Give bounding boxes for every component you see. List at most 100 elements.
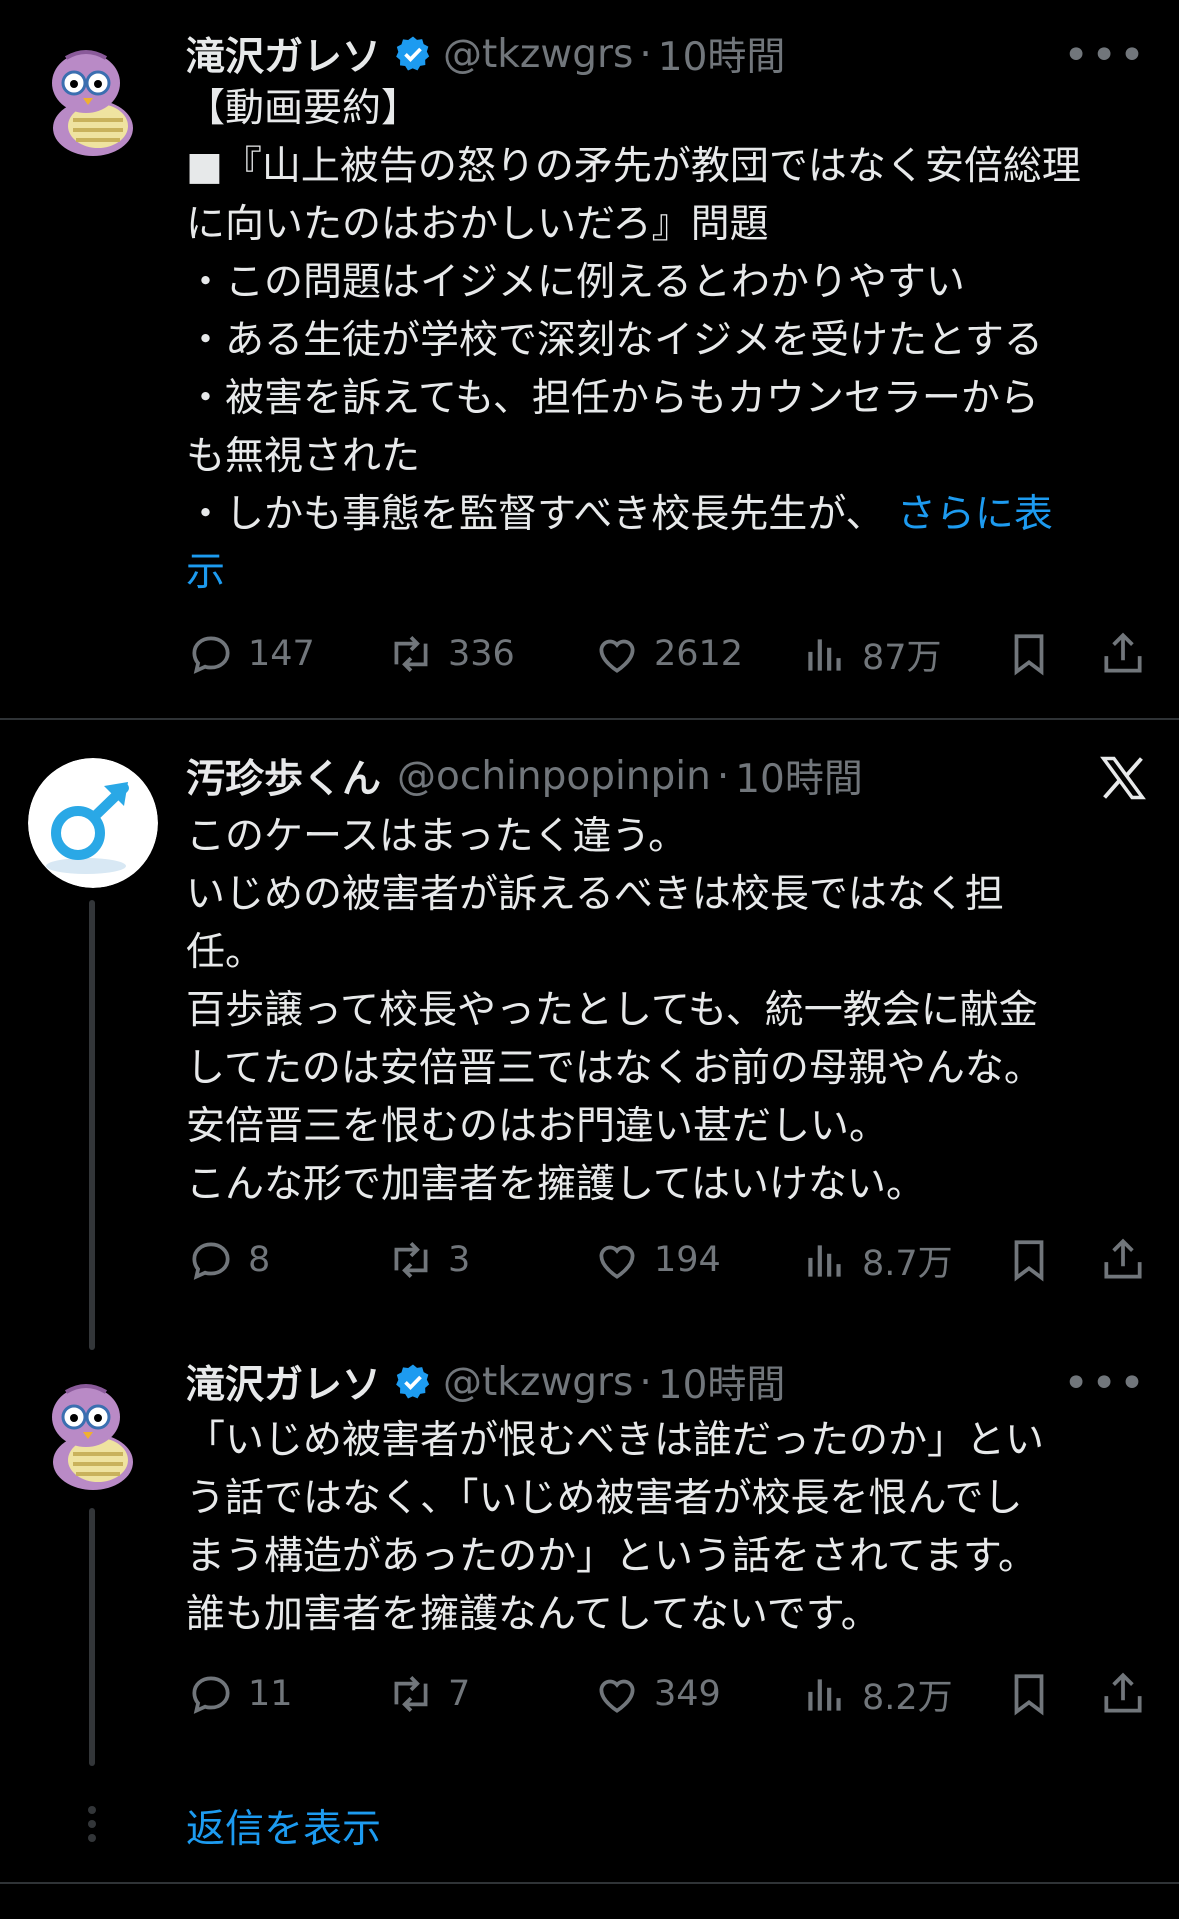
text-line: ・被害を訴えても、担任からもカウンセラーから <box>186 376 1039 421</box>
thread-continuation-dots-icon <box>86 1806 98 1848</box>
retweet-button[interactable]: 7 <box>386 1664 470 1724</box>
timestamp[interactable]: 10時間 <box>735 748 863 804</box>
text-line: してたのは安倍晋三ではなくお前の母親やんな。 <box>186 1046 1043 1091</box>
male-symbol-avatar-icon <box>28 758 158 888</box>
view-count: 8.2万 <box>862 1677 953 1718</box>
like-count: 2612 <box>654 634 744 674</box>
text-line: このケースはまったく違う。 <box>186 814 688 859</box>
text-line: 安倍晋三を恨むのはお門違い甚だしい。 <box>186 1104 889 1149</box>
more-options-icon[interactable]: ••• <box>1063 1362 1147 1406</box>
retweet-count: 7 <box>448 1674 471 1714</box>
author-handle[interactable]: @tkzwgrs <box>443 1360 633 1405</box>
share-button[interactable] <box>1098 624 1148 684</box>
reply-count: 11 <box>248 1674 293 1714</box>
reply-icon <box>192 636 230 674</box>
text-line: う話ではなく、「いじめ被害者が校長を恨んでし <box>186 1476 1023 1521</box>
views-chart-icon <box>808 639 841 671</box>
reply-count: 147 <box>248 634 315 674</box>
text-line-part: ・しかも事態を監督すべき校長先生が、 <box>186 492 885 537</box>
show-more-link[interactable]: さらに表 <box>897 492 1053 537</box>
reply-button[interactable]: 8 <box>186 1230 270 1290</box>
text-line: 「いじめ被害者が恨むべきは誰だったのか」とい <box>186 1418 1045 1463</box>
share-icon <box>1104 632 1142 673</box>
like-button[interactable]: 349 <box>592 1664 721 1724</box>
text-line: ・この問題はイジメに例えるとわかりやすい <box>186 260 965 305</box>
reply-icon <box>192 1676 230 1714</box>
tweet-divider <box>0 718 1179 720</box>
retweet-button[interactable]: 3 <box>386 1230 470 1290</box>
bottom-divider <box>0 1882 1179 1884</box>
snake-avatar-icon <box>28 28 158 158</box>
separator: · <box>716 753 730 799</box>
bookmark-button[interactable] <box>1004 624 1054 684</box>
timestamp[interactable]: 10時間 <box>658 1354 786 1410</box>
verified-badge-icon <box>396 36 430 71</box>
views-button[interactable]: 8.7万 <box>800 1230 953 1290</box>
text-line: 百歩譲って校長やったとしても、統一教会に献金 <box>186 988 1038 1033</box>
author-handle[interactable]: @ochinpopinpin <box>397 754 711 799</box>
retweet-icon <box>394 1676 428 1712</box>
retweet-button[interactable]: 336 <box>386 624 515 684</box>
text-line: 【動画要約】 <box>186 86 421 131</box>
retweet-count: 336 <box>448 634 515 674</box>
action-bar: 8 3 194 8.7万 <box>186 1230 1154 1290</box>
heart-icon <box>599 1245 635 1279</box>
avatar-ochinpopinpin[interactable] <box>28 758 158 888</box>
share-button[interactable] <box>1098 1664 1148 1724</box>
author-name[interactable]: 滝沢ガレソ <box>186 1354 381 1410</box>
avatar-tkzwgrs[interactable] <box>28 1362 158 1492</box>
retweet-count: 3 <box>448 1240 471 1280</box>
bookmark-icon <box>1014 1240 1044 1282</box>
bookmark-icon <box>1014 1674 1044 1716</box>
text-line: も無視された <box>186 434 421 479</box>
like-button[interactable]: 2612 <box>592 624 743 684</box>
views-chart-icon <box>808 1245 841 1277</box>
text-line: まう構造があったのか」という話をされてます。 <box>186 1534 1037 1579</box>
view-count: 8.7万 <box>862 1243 953 1284</box>
snake-avatar-icon <box>28 1362 158 1492</box>
bookmark-button[interactable] <box>1004 1664 1054 1724</box>
views-button[interactable]: 87万 <box>800 624 942 684</box>
text-line: ・ある生徒が学校で深刻なイジメを受けたとする <box>186 318 1043 363</box>
share-icon <box>1104 1672 1142 1713</box>
views-chart-icon <box>808 1679 841 1711</box>
heart-icon <box>599 639 635 673</box>
timestamp[interactable]: 10時間 <box>658 26 786 82</box>
more-options-icon[interactable]: ••• <box>1063 34 1147 78</box>
text-line: 任。 <box>186 930 265 975</box>
bookmark-button[interactable] <box>1004 1230 1054 1290</box>
text-line: に向いたのはおかしいだろ』問題 <box>186 202 769 247</box>
like-count: 194 <box>654 1240 721 1280</box>
separator: · <box>639 1359 652 1405</box>
text-line: こんな形で加害者を擁護してはいけない。 <box>186 1162 926 1207</box>
avatar-tkzwgrs[interactable] <box>28 28 158 158</box>
view-count: 87万 <box>862 637 942 678</box>
author-name[interactable]: 滝沢ガレソ <box>186 26 381 82</box>
text-line: いじめの被害者が訴えるべきは校長ではなく担 <box>186 872 1004 917</box>
retweet-icon <box>394 636 428 672</box>
heart-icon <box>599 1679 635 1713</box>
thread-connector <box>89 900 95 1350</box>
reply-icon <box>192 1242 230 1280</box>
x-logo-icon[interactable] <box>1097 752 1149 804</box>
like-button[interactable]: 194 <box>592 1230 721 1290</box>
separator: · <box>639 31 652 77</box>
author-name[interactable]: 汚珍歩くん <box>186 748 381 804</box>
share-button[interactable] <box>1098 1230 1148 1290</box>
text-line: ■『山上被告の怒りの矛先が教団ではなく安倍総理 <box>186 144 1081 189</box>
like-count: 349 <box>654 1674 721 1714</box>
tweet-text: 「いじめ被害者が恨むべきは誰だったのか」とい う話ではなく、「いじめ被害者が校長… <box>186 1412 1154 1644</box>
thread-connector <box>89 1508 95 1766</box>
reply-button[interactable]: 11 <box>186 1664 293 1724</box>
text-line: ・しかも事態を監督すべき校長先生が、 さらに表 <box>186 486 1154 544</box>
share-icon <box>1104 1238 1142 1279</box>
views-button[interactable]: 8.2万 <box>800 1664 953 1724</box>
text-line: 誰も加害者を擁護なんてしてないです。 <box>186 1592 880 1637</box>
reply-count: 8 <box>248 1240 271 1280</box>
tweet-text: このケースはまったく違う。 いじめの被害者が訴えるべきは校長ではなく担 任。 百… <box>186 808 1154 1214</box>
reply-button[interactable]: 147 <box>186 624 315 684</box>
show-more-link-continued[interactable]: 示 <box>186 544 1154 602</box>
author-handle[interactable]: @tkzwgrs <box>443 32 633 77</box>
verified-badge-icon <box>396 1364 430 1399</box>
show-replies-link[interactable]: 返信を表示 <box>186 1798 381 1854</box>
